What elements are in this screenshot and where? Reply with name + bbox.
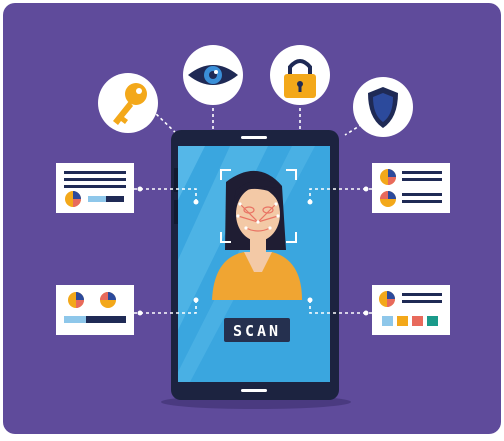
padlock-icon — [270, 45, 330, 105]
home-button — [241, 389, 267, 392]
info-card-right-bottom — [372, 285, 450, 335]
info-card-left-bottom — [56, 285, 134, 335]
info-card-left-top — [56, 163, 134, 213]
eye-icon — [183, 45, 243, 105]
key-icon — [98, 73, 158, 133]
info-card-right-top — [372, 163, 450, 213]
biometric-scan-illustration: SCAN — [0, 0, 504, 437]
pie-chart-icon — [379, 291, 395, 307]
pie-chart-icon — [65, 191, 81, 207]
shield-icon — [353, 77, 413, 137]
pie-chart-icon — [380, 191, 396, 207]
pie-chart-icon — [68, 292, 84, 308]
pie-chart-icon — [100, 292, 116, 308]
scan-label: SCAN — [233, 322, 281, 340]
phone-speaker — [241, 136, 267, 139]
pie-chart-icon — [380, 169, 396, 185]
scan-badge: SCAN — [224, 318, 290, 342]
